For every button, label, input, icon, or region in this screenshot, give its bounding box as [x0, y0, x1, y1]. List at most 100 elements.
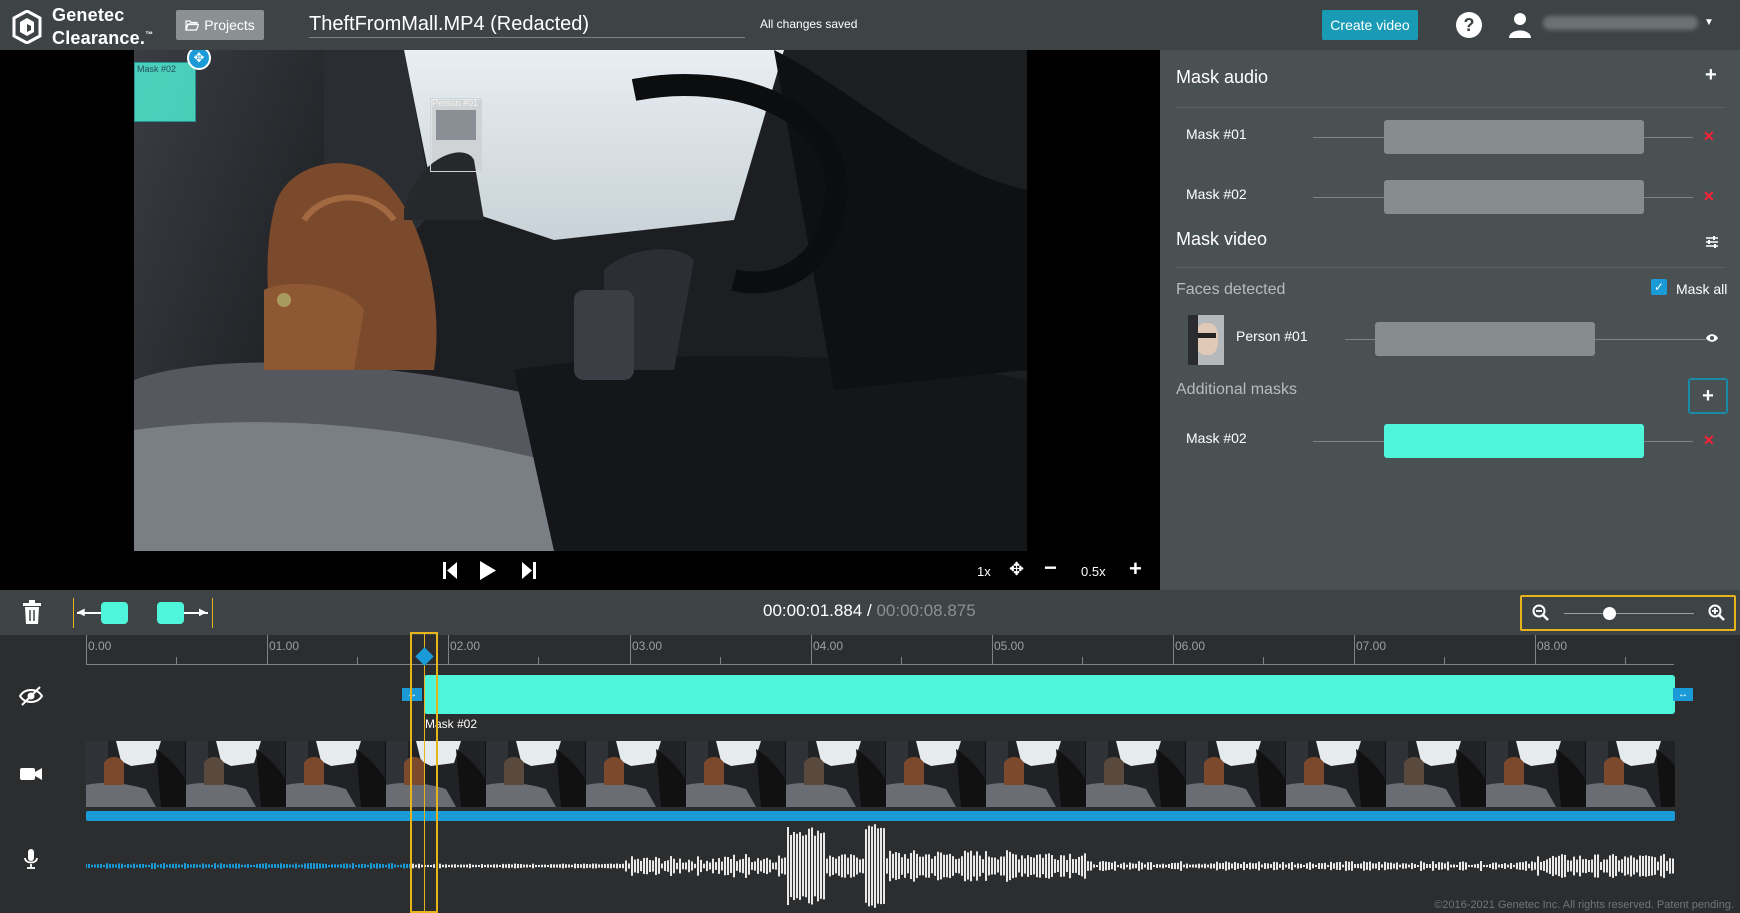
genetec-logo[interactable]: Genetec Clearance.™ — [12, 6, 153, 48]
person-overlay[interactable]: Person #01 — [430, 98, 482, 172]
mask-overlay[interactable]: Mask #02 — [134, 62, 196, 122]
video-thumbnail — [1486, 741, 1586, 807]
timeline-zoom-control — [1520, 595, 1736, 631]
copyright-text: ©2016-2021 Genetec Inc. All rights reser… — [1434, 899, 1734, 911]
top-bar: Genetec Clearance.™ Projects TheftFromMa… — [0, 0, 1740, 50]
create-video-button[interactable]: Create video — [1322, 10, 1418, 40]
divider — [1176, 107, 1724, 108]
add-mask-button[interactable]: + — [1688, 378, 1728, 414]
video-frame[interactable]: Mask #02 ✥ Person #01 — [134, 50, 1027, 551]
zoom-slider-track[interactable] — [1564, 613, 1694, 614]
faces-detected-label: Faces detected — [1176, 281, 1286, 298]
audio-mask-label: Mask #02 — [1186, 186, 1247, 202]
skip-back-icon[interactable] — [442, 561, 458, 580]
timeline[interactable]: 0.00 01.00 02.00 03.00 04.00 05.00 06.00… — [0, 635, 1740, 913]
video-thumbnail — [286, 741, 386, 807]
close-icon[interactable]: ✕ — [1703, 128, 1715, 145]
time-display: 00:00:01.884 / 00:00:08.875 — [763, 601, 976, 621]
tick-label: 0.00 — [88, 639, 112, 653]
eye-slash-icon — [18, 686, 44, 706]
video-thumbnail — [1586, 741, 1675, 807]
extend-start-button[interactable]: ◀ — [73, 598, 131, 628]
skip-forward-icon[interactable] — [521, 561, 537, 580]
add-audio-mask-button[interactable]: + — [1705, 64, 1717, 87]
tick-label: 02.00 — [450, 639, 481, 653]
zoom-out-video-button[interactable]: − — [1044, 555, 1057, 581]
audio-mask-track[interactable] — [1384, 120, 1644, 154]
projects-label: Projects — [204, 17, 255, 33]
tick-label: 07.00 — [1356, 639, 1387, 653]
play-icon[interactable] — [478, 560, 497, 581]
recenter-icon[interactable]: ✥ — [1009, 559, 1024, 580]
video-thumbnail — [486, 741, 586, 807]
video-track[interactable] — [86, 811, 1675, 821]
player-controls: 1x ✥ − 0.5x + — [0, 551, 1160, 590]
microphone-icon — [24, 849, 38, 869]
playhead[interactable] — [410, 632, 438, 913]
sliders-icon[interactable] — [1705, 236, 1719, 248]
video-thumbnail — [986, 741, 1086, 807]
video-camera-icon — [20, 768, 42, 780]
current-time: 00:00:01.884 — [763, 601, 863, 620]
tick-label: 08.00 — [1537, 639, 1568, 653]
video-player: Mask #02 ✥ Person #01 1x ✥ − 0.5x + — [0, 50, 1160, 590]
save-status: All changes saved — [760, 17, 858, 31]
zoom-out-icon[interactable] — [1532, 604, 1550, 622]
person-overlay-label: Person #01 — [432, 98, 479, 108]
video-thumbnail — [86, 741, 186, 807]
audio-waveform[interactable] — [86, 823, 1675, 909]
tick-label: 03.00 — [632, 639, 663, 653]
mask-all-checkbox[interactable]: ✓ — [1651, 279, 1667, 295]
total-time: 00:00:08.875 — [876, 601, 976, 620]
user-icon[interactable] — [1509, 12, 1531, 38]
video-thumbnail — [1386, 741, 1486, 807]
genetec-logo-icon — [12, 10, 42, 44]
extend-end-button[interactable]: ▶ — [155, 598, 213, 628]
zoom-in-video-button[interactable]: + — [1129, 556, 1142, 582]
chevron-down-icon[interactable]: ▼ — [1704, 17, 1714, 28]
additional-mask-track[interactable] — [1384, 424, 1644, 458]
time-ruler[interactable]: 0.00 01.00 02.00 03.00 04.00 05.00 06.00… — [86, 635, 1674, 665]
divider — [1176, 267, 1724, 268]
logo-tm: ™ — [145, 30, 154, 39]
user-email-redacted[interactable] — [1543, 16, 1698, 30]
audio-mask-track[interactable] — [1384, 180, 1644, 214]
close-icon[interactable]: ✕ — [1703, 188, 1715, 205]
file-title-input[interactable]: TheftFromMall.MP4 (Redacted) — [309, 10, 745, 38]
mask-panel: Mask audio + Mask #01 ✕ Mask #02 ✕ Mask … — [1160, 50, 1740, 590]
video-thumbnail — [1186, 741, 1286, 807]
video-thumbnail — [186, 741, 286, 807]
video-thumbnail — [586, 741, 686, 807]
zoom-in-icon[interactable] — [1708, 604, 1726, 622]
playhead-marker[interactable] — [415, 647, 434, 666]
mask-segment[interactable] — [424, 675, 1675, 714]
close-icon[interactable]: ✕ — [1703, 432, 1715, 449]
help-icon[interactable]: ? — [1456, 12, 1482, 38]
video-thumbnail — [1086, 741, 1186, 807]
folder-open-icon — [185, 20, 200, 31]
zoom-slider-thumb[interactable] — [1603, 607, 1616, 620]
video-thumbnail — [1286, 741, 1386, 807]
mask-end-handle[interactable]: ↔ — [1673, 688, 1693, 701]
logo-line2: Clearance. — [52, 28, 146, 48]
playback-speed[interactable]: 1x — [977, 564, 991, 579]
additional-mask-label: Mask #02 — [1186, 430, 1247, 446]
eye-icon[interactable] — [1705, 333, 1719, 343]
mask-all-label: Mask all — [1676, 281, 1728, 297]
video-thumbnail — [686, 741, 786, 807]
video-thumbnails[interactable] — [86, 741, 1675, 807]
timeline-toolbar: ◀ ▶ 00:00:01.884 / 00:00:08.875 — [0, 590, 1740, 635]
person-mask-track[interactable] — [1375, 322, 1595, 356]
person-label: Person #01 — [1236, 328, 1308, 344]
logo-line2-wrap: Clearance.™ — [52, 25, 153, 48]
additional-masks-label: Additional masks — [1176, 381, 1297, 398]
mask-overlay-label: Mask #02 — [137, 64, 177, 74]
time-separator: / — [862, 601, 877, 620]
projects-button[interactable]: Projects — [176, 10, 264, 40]
video-zoom-level: 0.5x — [1081, 564, 1106, 579]
mask-video-title: Mask video — [1176, 229, 1268, 249]
tick-label: 04.00 — [813, 639, 844, 653]
video-scene — [134, 50, 1027, 551]
trash-icon[interactable] — [22, 600, 42, 624]
video-thumbnail — [786, 741, 886, 807]
